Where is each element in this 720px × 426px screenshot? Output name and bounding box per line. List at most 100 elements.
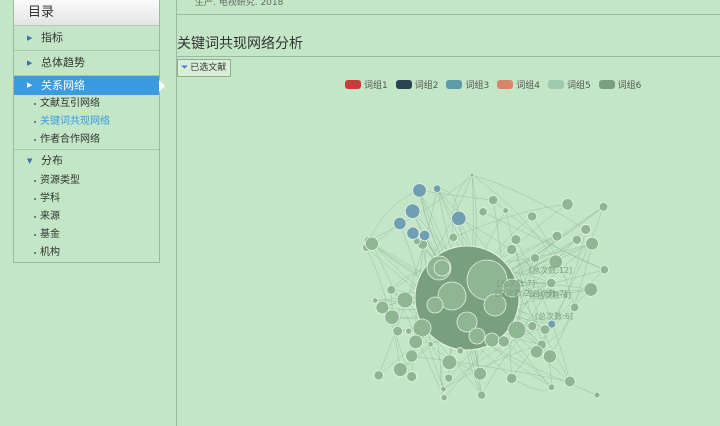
graph-node[interactable] — [433, 259, 451, 277]
legend-swatch — [547, 80, 564, 89]
graph-node[interactable] — [412, 318, 432, 338]
graph-node[interactable] — [404, 203, 421, 219]
graph-node[interactable] — [530, 253, 540, 263]
sidebar-subitem-subject[interactable]: 学科 — [14, 190, 159, 208]
sidebar-item-distribution[interactable]: ▼ 分布 — [14, 150, 159, 172]
graph-node[interactable] — [583, 282, 599, 297]
graph-node[interactable] — [593, 391, 601, 399]
filter-icon: ⏷ — [181, 63, 189, 73]
graph-node[interactable] — [386, 284, 397, 295]
caret-right-icon: ▶ — [27, 34, 33, 42]
graph-node[interactable] — [477, 390, 487, 400]
graph-node[interactable] — [405, 327, 413, 335]
graph-node[interactable] — [506, 372, 518, 385]
caret-right-icon: ▶ — [27, 81, 33, 89]
graph-node[interactable] — [469, 172, 475, 178]
graph-node[interactable] — [364, 236, 379, 251]
graph-edge — [452, 174, 473, 238]
graph-node[interactable] — [598, 202, 609, 212]
graph-node[interactable] — [484, 332, 500, 348]
selected-literature-button[interactable]: ⏷ 已选文献 — [177, 59, 232, 77]
graph-node[interactable] — [542, 349, 557, 364]
graph-edge — [419, 190, 494, 201]
graph-node[interactable] — [502, 207, 509, 214]
graph-node[interactable] — [468, 327, 486, 345]
graph-node[interactable] — [426, 296, 444, 314]
graph-node[interactable] — [546, 277, 557, 289]
graph-node[interactable] — [529, 345, 544, 359]
graph-node[interactable] — [497, 335, 510, 348]
graph-node[interactable] — [408, 334, 424, 350]
graph-node-label: [总次数:6] — [535, 311, 573, 321]
graph-node[interactable] — [547, 383, 556, 391]
graph-node[interactable] — [564, 375, 576, 388]
graph-node[interactable] — [406, 226, 420, 240]
keyword-network-graph[interactable]: [总次数:12][总次数:7][总次数:7][总次数:6][总次数:6][总次数… — [177, 90, 720, 426]
sidebar-subitem-keyword-network[interactable]: 关键词共现网络 — [14, 113, 159, 131]
graph-node[interactable] — [440, 385, 447, 393]
graph-node[interactable] — [441, 354, 458, 371]
graph-node[interactable] — [448, 232, 459, 243]
graph-node[interactable] — [396, 291, 414, 309]
graph-node[interactable] — [561, 198, 574, 211]
graph-node[interactable] — [406, 371, 418, 382]
sidebar-subitem-institution[interactable]: 机构 — [14, 244, 159, 262]
graph-node[interactable] — [580, 224, 592, 235]
graph-node[interactable] — [507, 320, 527, 340]
sidebar-subitem-fund[interactable]: 基金 — [14, 226, 159, 244]
graph-node[interactable] — [569, 302, 580, 313]
sidebar-subitem-author-network[interactable]: 作者合作网络 — [14, 131, 159, 149]
legend-swatch — [395, 80, 412, 89]
graph-node[interactable] — [372, 297, 379, 304]
graph-node[interactable] — [585, 236, 599, 251]
sidebar-item-label: 关系网络 — [41, 79, 85, 92]
caret-down-icon: ▼ — [27, 157, 33, 165]
graph-node-label: [总次数:7] — [497, 278, 535, 288]
graph-node[interactable] — [432, 184, 442, 193]
graph-node[interactable] — [599, 265, 609, 275]
graph-node[interactable] — [527, 321, 538, 332]
main-panel: 生产. 电视研究. 2018 关键词共现网络分析 ⏷ 已选文献 词组1 词组2 词组3… — [176, 0, 720, 426]
graph-node[interactable] — [506, 243, 518, 256]
graph-node[interactable] — [510, 234, 522, 246]
sidebar-subitem-resource-type[interactable]: 资源类型 — [14, 172, 159, 190]
graph-node[interactable] — [418, 229, 431, 242]
sidebar-item-indicators[interactable]: ▶ 指标 — [14, 26, 159, 51]
graph-node[interactable] — [412, 183, 427, 198]
graph-node[interactable] — [473, 366, 487, 381]
graph-node-label: [总次数:6] — [533, 290, 571, 300]
caret-right-icon: ▶ — [27, 59, 33, 67]
graph-node[interactable] — [393, 216, 407, 231]
graph-node[interactable] — [456, 347, 464, 355]
graph-edge — [453, 204, 568, 238]
sidebar-item-trend[interactable]: ▶ 总体趋势 — [14, 51, 159, 76]
graph-node[interactable] — [451, 210, 467, 227]
graph-edge — [492, 199, 605, 270]
previous-citation-text: 生产. 电视研究. 2018 — [195, 0, 284, 8]
graph-node-label: [总次数:12] — [529, 265, 572, 275]
graph-node[interactable] — [539, 324, 551, 335]
graph-node[interactable] — [373, 370, 384, 381]
graph-node[interactable] — [444, 373, 454, 383]
sidebar-item-network[interactable]: ▶ 关系网络 — [14, 76, 165, 95]
graph-node[interactable] — [392, 325, 403, 337]
legend-swatch — [446, 80, 463, 89]
graph-node[interactable] — [440, 394, 448, 402]
sidebar-item-label: 总体趋势 — [41, 56, 85, 69]
graph-node[interactable] — [392, 362, 408, 377]
graph-node[interactable] — [427, 341, 434, 348]
graph-node[interactable] — [478, 207, 488, 217]
graph-node[interactable] — [571, 234, 582, 245]
graph-node[interactable] — [405, 349, 419, 363]
graph-node[interactable] — [551, 230, 563, 242]
sidebar-subitem-citation-network[interactable]: 文献互引网络 — [14, 95, 159, 113]
sidebar-subitem-source[interactable]: 来源 — [14, 208, 159, 226]
graph-node[interactable] — [526, 211, 538, 222]
previous-section-footer: 生产. 电视研究. 2018 — [177, 0, 720, 15]
sidebar-title: 目录 — [14, 0, 159, 26]
sidebar-item-label: 分布 — [41, 154, 63, 167]
graph-node[interactable] — [488, 194, 499, 206]
title-divider — [177, 56, 720, 57]
graph-node[interactable] — [384, 309, 400, 325]
graph-edge — [511, 378, 552, 391]
